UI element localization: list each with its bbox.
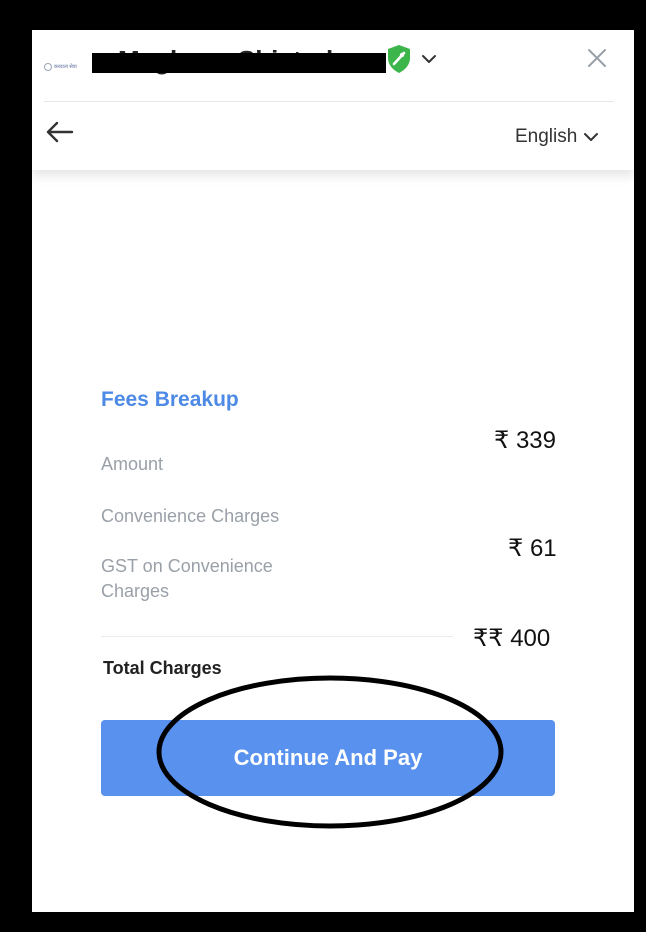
language-label: English — [515, 126, 578, 147]
amount-value: ₹ 339 — [494, 427, 556, 454]
total-charges-label: Total Charges — [103, 658, 222, 678]
language-chevron-down-icon — [584, 133, 599, 141]
logo-emblem-icon — [44, 63, 52, 71]
top-header: करदाता सेवा Meghana Shivtarkar English — [32, 30, 634, 170]
language-selector[interactable]: English — [515, 126, 599, 148]
header-divider — [44, 101, 614, 102]
payment-screen: करदाता सेवा Meghana Shivtarkar English F… — [32, 30, 634, 912]
fees-breakup-title: Fees Breakup — [101, 388, 239, 411]
brand-logo: करदाता सेवा — [44, 61, 92, 73]
back-arrow-icon[interactable] — [44, 118, 76, 146]
total-value: ₹₹ 400 — [473, 625, 551, 652]
logo-text: करदाता सेवा — [54, 64, 77, 70]
convenience-charges-label: Convenience Charges — [101, 506, 280, 526]
redaction-bar — [92, 53, 386, 73]
gst-label: GST on Convenience Charges — [101, 556, 273, 601]
gst-value: ₹ 61 — [508, 535, 557, 562]
close-icon[interactable] — [585, 46, 609, 70]
amount-label: Amount — [101, 454, 164, 474]
user-menu-chevron-down-icon[interactable] — [420, 50, 438, 68]
fees-divider — [101, 636, 453, 637]
continue-and-pay-button[interactable]: Continue And Pay — [101, 720, 555, 796]
verified-shield-icon — [388, 45, 410, 73]
